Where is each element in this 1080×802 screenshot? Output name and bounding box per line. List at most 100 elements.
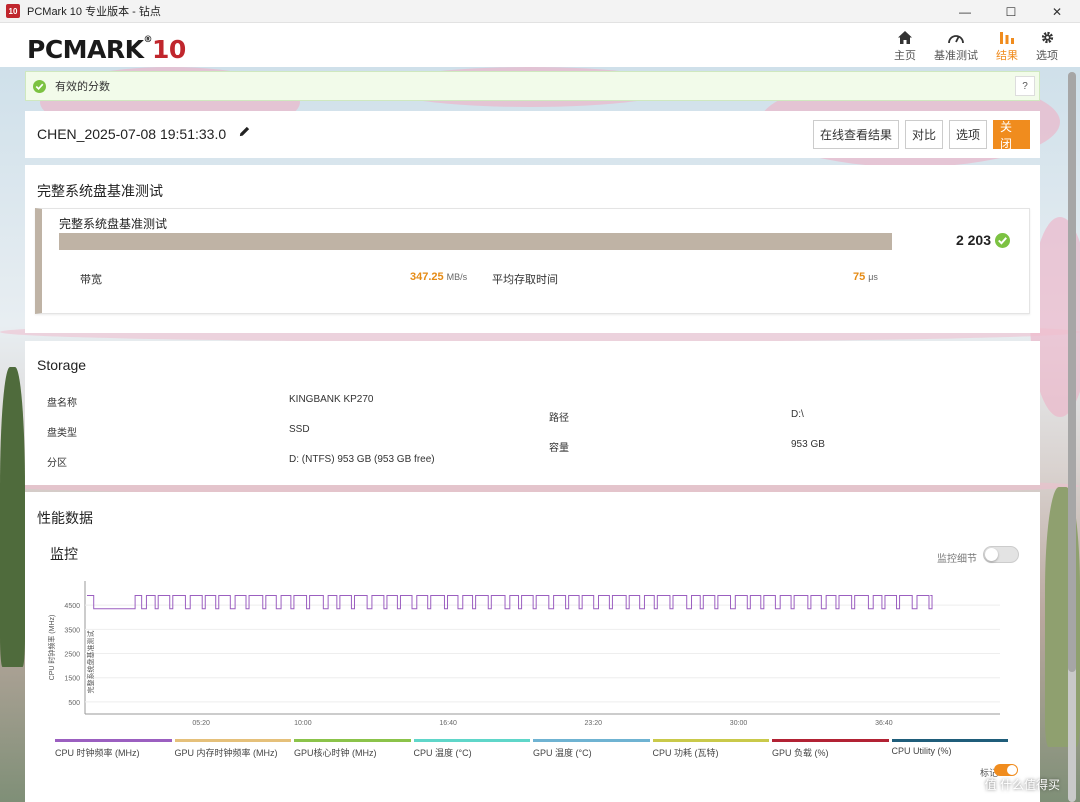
gauge-icon xyxy=(948,34,964,43)
view-online-button[interactable]: 在线查看结果 xyxy=(812,120,899,149)
y-tick-label: 3500 xyxy=(64,627,80,634)
performance-section-title: 性能数据 xyxy=(37,510,93,526)
legend-label: CPU 时钟频率 (MHz) xyxy=(55,748,140,758)
maximize-button[interactable]: ☐ xyxy=(988,0,1034,23)
valid-score-banner: 有效的分数 ? xyxy=(25,71,1040,101)
benchmark-card: 完整系统盘基准测试 2 203 带宽 347.25 MB/s 平均存取时间 75 μ… xyxy=(35,208,1030,314)
legend-label: CPU Utility (%) xyxy=(891,746,952,756)
partition-label: 分区 xyxy=(47,458,67,469)
bar-chart-icon xyxy=(1000,31,1014,44)
options-button[interactable]: 选项 xyxy=(948,120,987,149)
legend-label: CPU 功耗 (瓦特) xyxy=(652,748,719,758)
legend-swatch xyxy=(652,739,769,742)
nav-benchmarks-label: 基准测试 xyxy=(934,50,978,62)
home-icon xyxy=(898,30,912,44)
drive-name-label: 盘名称 xyxy=(47,398,77,409)
x-tick-label: 10:00 xyxy=(294,720,312,727)
legend-swatch xyxy=(413,739,530,742)
benchmark-section-title: 完整系统盘基准测试 xyxy=(37,183,163,199)
monitor-detail-toggle[interactable] xyxy=(983,546,1019,563)
legend-item[interactable]: CPU 温度 (°C) xyxy=(413,739,534,759)
drive-type-label: 盘类型 xyxy=(47,428,77,439)
monitoring-chart: 500 1500 2500 3500 4500 05:20 10:00 16:40 23:20 3… xyxy=(47,581,1000,727)
app-header: PCMARK®10 主页 基准测试 结果 选项 xyxy=(0,23,1080,67)
partition-value: D: (NTFS) 953 GB (953 GB free) xyxy=(289,454,435,465)
help-button[interactable]: ? xyxy=(1015,76,1035,96)
x-tick-label: 30:00 xyxy=(730,720,748,727)
latency-value: 75 μs xyxy=(853,271,878,283)
score-bar xyxy=(59,233,892,250)
nav-options-label: 选项 xyxy=(1036,50,1058,62)
drive-name-value: KINGBANK KP270 xyxy=(289,394,374,405)
nav-results-label: 结果 xyxy=(996,50,1018,62)
nav-options[interactable]: 选项 xyxy=(1036,27,1058,63)
x-tick-label: 05:20 xyxy=(192,720,210,727)
nav-home[interactable]: 主页 xyxy=(894,27,916,63)
bandwidth-label: 带宽 xyxy=(80,274,102,286)
legend-swatch xyxy=(55,739,172,742)
legend-item[interactable]: CPU 功耗 (瓦特) xyxy=(652,739,773,759)
scrollbar-thumb[interactable] xyxy=(1068,72,1076,672)
legend-item[interactable]: GPU核心时钟 (MHz) xyxy=(294,739,414,759)
legend-swatch xyxy=(891,739,1008,742)
legend-item[interactable]: CPU 时钟频率 (MHz) xyxy=(55,739,175,759)
y-tick-label: 2500 xyxy=(64,652,80,659)
drive-type-value: SSD xyxy=(289,424,310,435)
compare-button[interactable]: 对比 xyxy=(904,120,943,149)
capacity-value: 953 GB xyxy=(791,439,825,450)
x-tick-label: 16:40 xyxy=(439,720,457,727)
legend-swatch xyxy=(174,739,291,742)
benchmark-score: 2 203 xyxy=(956,232,1010,248)
legend-label: GPU 内存时钟频率 (MHz) xyxy=(174,748,278,758)
gear-icon xyxy=(1041,31,1053,43)
y-tick-label: 4500 xyxy=(64,603,80,610)
legend-swatch xyxy=(533,739,650,742)
edit-pencil-icon[interactable] xyxy=(238,125,251,138)
window-title: PCMark 10 专业版本 - 钻点 xyxy=(27,6,161,18)
legend-label: GPU 温度 (°C) xyxy=(533,748,592,758)
latency-label: 平均存取时间 xyxy=(492,274,558,286)
score-value: 2 203 xyxy=(955,232,991,248)
monitor-detail-label: 监控细节 xyxy=(937,554,977,565)
chart-annotation: 完整系统盘基准测试 xyxy=(86,631,95,694)
benchmark-card-title: 完整系统盘基准测试 xyxy=(59,217,168,231)
legend-item[interactable]: GPU 温度 (°C) xyxy=(533,739,653,759)
path-label: 路径 xyxy=(549,413,569,424)
legend-label: GPU核心时钟 (MHz) xyxy=(294,748,377,758)
y-axis-label: CPU 时钟频率 (MHz) xyxy=(47,615,56,681)
app-icon: 10 xyxy=(6,4,20,18)
legend-item[interactable]: GPU 内存时钟频率 (MHz) xyxy=(174,739,295,759)
minimize-button[interactable]: — xyxy=(942,0,988,23)
legend-swatch xyxy=(294,739,411,742)
monitor-title: 监控 xyxy=(50,546,78,562)
close-window-button[interactable]: ✕ xyxy=(1034,0,1080,23)
legend-item[interactable]: CPU Utility (%) xyxy=(891,739,1012,759)
result-name: CHEN_2025-07-08 19:51:33.0 xyxy=(37,126,227,142)
x-tick-label: 36:40 xyxy=(875,720,893,727)
legend-label: GPU 负载 (%) xyxy=(772,748,829,758)
storage-panel: Storage 盘名称 KINGBANK KP270 盘类型 SSD 分区 D:… xyxy=(25,341,1040,485)
check-circle-icon xyxy=(995,232,1010,248)
nav-home-label: 主页 xyxy=(894,50,916,62)
chart-legend: CPU 时钟频率 (MHz) GPU 内存时钟频率 (MHz) GPU核心时钟 (M… xyxy=(55,739,1011,759)
markers-toggle[interactable] xyxy=(994,764,1018,776)
legend-label: CPU 温度 (°C) xyxy=(413,748,472,758)
path-value: D:\ xyxy=(791,409,804,420)
legend-swatch xyxy=(772,739,889,742)
watermark: 值 什么值得买 xyxy=(984,778,1060,792)
nav-results[interactable]: 结果 xyxy=(996,27,1018,63)
capacity-label: 容量 xyxy=(549,443,569,454)
pcmark-logo: PCMARK®10 xyxy=(27,35,186,64)
main-nav: 主页 基准测试 结果 选项 xyxy=(876,27,1058,63)
result-title-panel: CHEN_2025-07-08 19:51:33.0 在线查看结果 对比 选项 … xyxy=(25,111,1040,158)
valid-score-text: 有效的分数 xyxy=(55,81,110,93)
nav-benchmarks[interactable]: 基准测试 xyxy=(934,27,978,63)
check-circle-icon xyxy=(33,79,46,93)
legend-item[interactable]: GPU 负载 (%) xyxy=(772,739,892,759)
close-result-button[interactable]: 关闭 xyxy=(993,120,1030,151)
performance-panel: 性能数据 监控 监控细节 500 1500 2500 3500 4500 05:20 10:… xyxy=(25,492,1040,802)
bandwidth-value: 347.25 MB/s xyxy=(410,271,468,283)
x-tick-label: 23:20 xyxy=(584,720,602,727)
benchmark-panel: 完整系统盘基准测试 完整系统盘基准测试 2 203 带宽 347.25 MB/s … xyxy=(25,165,1040,333)
storage-section-title: Storage xyxy=(37,357,87,373)
